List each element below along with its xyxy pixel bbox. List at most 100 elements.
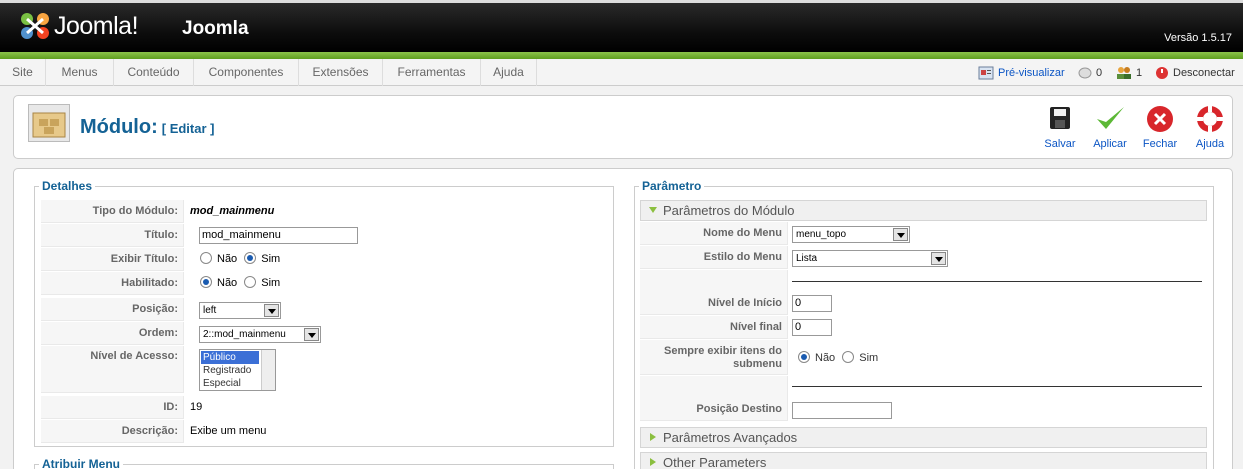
chevron-down-icon	[893, 228, 908, 241]
description-row: Descrição: Exibe um menu	[41, 420, 611, 444]
page-title-text: Módulo:	[80, 116, 158, 138]
save-label: Salvar	[1044, 138, 1076, 150]
joomla-logo-text: Joomla!	[54, 11, 139, 40]
apply-button[interactable]: Aplicar	[1084, 104, 1136, 154]
menu-name-row: Nome do Menu menu_topo	[640, 222, 1207, 246]
access-level-row: Nível de Acesso: Público Registrado Espe…	[41, 346, 611, 394]
chevron-down-icon	[304, 328, 319, 341]
access-option-publico[interactable]: Público	[201, 351, 259, 364]
logout-label: Desconectar	[1173, 66, 1235, 79]
separator-row	[640, 270, 1207, 294]
id-row: ID: 19	[41, 396, 611, 420]
save-button[interactable]: Salvar	[1034, 104, 1086, 154]
show-title-row: Exibir Título: Não Sim	[41, 248, 611, 272]
enabled-label: Habilitado:	[41, 272, 184, 295]
apply-label: Aplicar	[1093, 138, 1127, 150]
submenu-no-radio[interactable]	[798, 351, 810, 363]
enabled-options: Não Sim	[196, 272, 280, 295]
end-level-input[interactable]: 0	[792, 319, 832, 336]
menu-componentes[interactable]: Componentes	[194, 59, 299, 86]
page-title: Módulo:[ Editar ]	[80, 116, 214, 139]
show-title-no-label: Não	[217, 253, 238, 265]
params-legend: Parâmetro	[642, 179, 702, 193]
collapse-arrow-icon	[649, 207, 657, 213]
target-position-row: Posição Destino	[640, 398, 1207, 422]
enabled-no-radio[interactable]	[200, 276, 212, 288]
module-params-title: Parâmetros do Módulo	[663, 203, 795, 218]
assign-menu-legend: Atribuir Menu	[42, 457, 120, 469]
empty-label	[640, 270, 788, 293]
module-type-row: Tipo do Módulo: mod_mainmenu	[41, 200, 611, 224]
joomla-logo-icon	[18, 11, 52, 41]
title-label: Título:	[41, 224, 184, 247]
messages-count: 0	[1096, 66, 1103, 79]
menu-conteudo[interactable]: Conteúdo	[114, 59, 194, 86]
target-position-input[interactable]	[792, 402, 892, 419]
show-title-yes-label: Sim	[261, 253, 281, 265]
listbox-scrollbar[interactable]	[261, 350, 275, 390]
help-button[interactable]: Ajuda	[1184, 104, 1236, 154]
separator-line	[792, 386, 1202, 387]
admin-header: Joomla! Joomla Versão 1.5.17	[0, 0, 1243, 52]
order-select[interactable]: 2::mod_mainmenu	[199, 326, 321, 343]
start-level-input[interactable]: 0	[792, 295, 832, 312]
empty-label	[640, 376, 788, 399]
target-position-label: Posição Destino	[640, 398, 788, 421]
advanced-params-title: Parâmetros Avançados	[663, 430, 798, 445]
enabled-row: Habilitado: Não Sim	[41, 272, 611, 296]
users-count: 1	[1136, 66, 1143, 79]
close-button[interactable]: Fechar	[1134, 104, 1186, 154]
menu-ajuda[interactable]: Ajuda	[481, 59, 537, 86]
show-title-yes-radio[interactable]	[244, 252, 257, 264]
description-value: Exibe um menu	[190, 425, 267, 437]
menu-style-row: Estilo do Menu Lista	[640, 246, 1207, 270]
order-label: Ordem:	[41, 322, 184, 345]
menu-style-label: Estilo do Menu	[640, 246, 788, 269]
apply-check-icon	[1094, 104, 1126, 134]
users-indicator[interactable]: 1	[1116, 59, 1142, 86]
preview-link[interactable]: Pré-visualizar	[978, 59, 1065, 86]
other-params-title: Other Parameters	[663, 455, 767, 469]
menu-site[interactable]: Site	[0, 59, 46, 86]
position-select[interactable]: left	[199, 302, 281, 319]
users-icon	[1117, 66, 1131, 79]
title-input[interactable]: mod_mainmenu	[199, 227, 358, 244]
separator-row-2	[640, 376, 1207, 400]
menu-menus[interactable]: Menus	[46, 59, 114, 86]
logout-icon	[1156, 66, 1168, 79]
version-label: Versão 1.5.17	[1164, 32, 1232, 44]
enabled-yes-label: Sim	[261, 277, 281, 289]
position-label: Posição:	[41, 298, 184, 321]
submenu-yes-radio[interactable]	[842, 351, 855, 363]
preview-icon	[978, 66, 994, 79]
preview-label: Pré-visualizar	[998, 66, 1065, 79]
messages-indicator[interactable]: 0	[1078, 59, 1102, 86]
menu-ferramentas[interactable]: Ferramentas	[383, 59, 481, 86]
description-label: Descrição:	[41, 420, 184, 443]
help-lifebuoy-icon	[1194, 104, 1226, 134]
chevron-down-icon	[931, 252, 946, 265]
expand-arrow-icon	[650, 458, 656, 466]
always-show-submenu-row: Sempre exibir itens do submenu Não Sim	[640, 340, 1207, 376]
position-row: Posição: left	[41, 298, 611, 322]
main-menu-bar: Site Menus Conteúdo Componentes Extensõe…	[0, 59, 1243, 86]
order-value: 2::mod_mainmenu	[203, 329, 286, 340]
menu-name-value: menu_topo	[796, 229, 847, 240]
show-title-no-radio[interactable]	[200, 252, 212, 264]
advanced-params-panel-header[interactable]: Parâmetros Avançados	[640, 427, 1207, 448]
other-params-panel-header[interactable]: Other Parameters	[640, 452, 1207, 469]
menu-style-value: Lista	[796, 253, 818, 264]
assign-menu-fieldset: Atribuir Menu	[34, 457, 614, 469]
enabled-yes-radio[interactable]	[244, 276, 257, 288]
close-icon	[1144, 104, 1176, 134]
module-params-panel-header[interactable]: Parâmetros do Módulo	[640, 200, 1207, 221]
logout-link[interactable]: Desconectar	[1155, 59, 1235, 86]
details-legend: Detalhes	[42, 179, 93, 193]
access-level-listbox[interactable]: Público Registrado Especial	[199, 349, 276, 391]
menu-style-select[interactable]: Lista	[792, 250, 948, 267]
menu-extensoes[interactable]: Extensões	[299, 59, 383, 86]
module-type-label: Tipo do Módulo:	[41, 200, 184, 223]
menu-name-select[interactable]: menu_topo	[792, 226, 910, 243]
menu-name-label: Nome do Menu	[640, 222, 788, 245]
help-label: Ajuda	[1195, 138, 1225, 150]
